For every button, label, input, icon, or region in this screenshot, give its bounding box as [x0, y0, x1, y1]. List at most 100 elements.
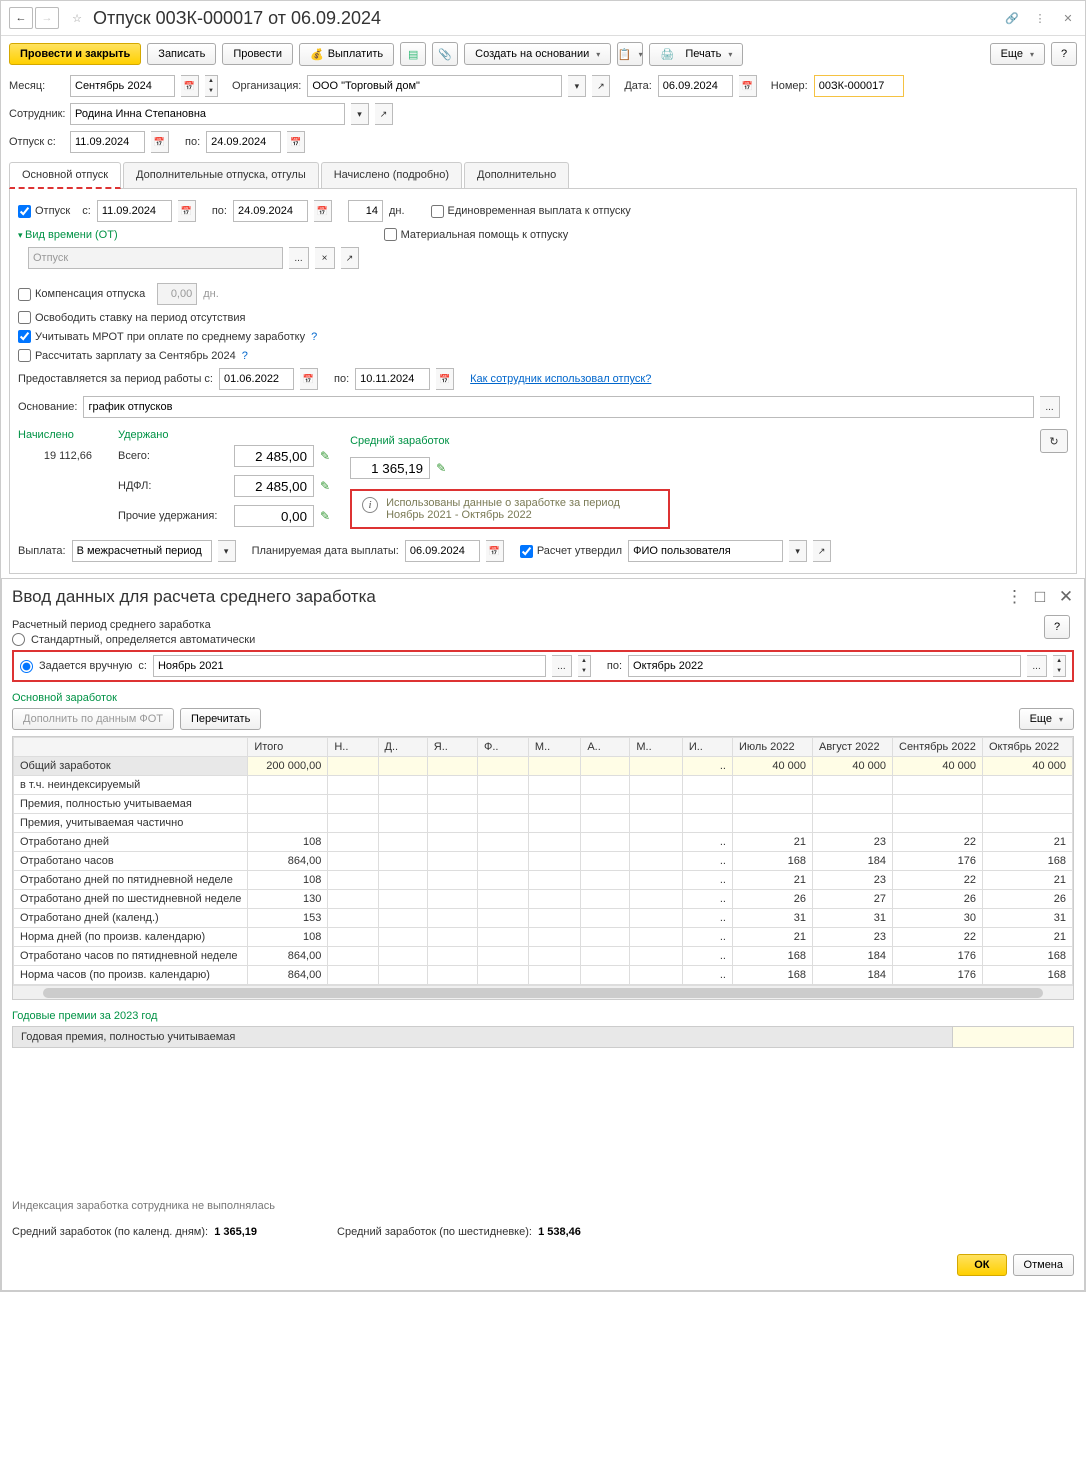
table-row[interactable]: Отработано дней по пятидневной неделе108… [14, 871, 1073, 890]
kebab-icon[interactable]: ⋮ [1031, 12, 1049, 25]
period-to-field[interactable] [355, 368, 430, 390]
number-field[interactable] [814, 75, 904, 97]
mrot-help[interactable]: ? [311, 331, 317, 343]
reread-button[interactable]: Перечитать [180, 708, 261, 730]
manual-from-spinner[interactable]: ▲▼ [578, 655, 591, 677]
org-open-icon[interactable]: ↗ [592, 75, 610, 97]
copy-icon-button[interactable]: 📋 [617, 42, 643, 66]
post-button[interactable]: Провести [222, 43, 293, 65]
close-icon[interactable]: ✕ [1059, 12, 1077, 25]
manual-to-ellipsis[interactable]: ... [1027, 655, 1047, 677]
table-row[interactable]: Отработано дней (календ.)153..31313031 [14, 909, 1073, 928]
table-row[interactable]: Норма дней (по произв. календарю)108..21… [14, 928, 1073, 947]
vac-to-field[interactable] [233, 200, 308, 222]
org-field[interactable] [307, 75, 562, 97]
emp-field[interactable] [70, 103, 345, 125]
org-select-icon[interactable]: ▾ [568, 75, 586, 97]
recalc-help[interactable]: ? [242, 350, 248, 362]
ok-button[interactable]: ОК [957, 1254, 1006, 1276]
from-field[interactable] [70, 131, 145, 153]
release-checkbox[interactable]: Освободить ставку на период отсутствия [18, 311, 245, 324]
approved-checkbox[interactable]: Расчет утвердил [520, 545, 622, 558]
ndfl-edit-icon[interactable]: ✎ [320, 479, 330, 493]
from-cal-icon[interactable]: 📅 [151, 131, 169, 153]
approved-open[interactable]: ↗ [813, 540, 831, 562]
h-scrollbar[interactable] [13, 985, 1073, 999]
doc-icon-button[interactable]: ▤ [400, 42, 426, 66]
month-spinner[interactable]: ▲▼ [205, 75, 218, 97]
subwin-max-icon[interactable]: □ [1032, 587, 1048, 607]
vac-from-field[interactable] [97, 200, 172, 222]
nav-back-button[interactable]: ← [9, 7, 33, 29]
link-icon[interactable]: 🔗 [1003, 12, 1021, 25]
table-row[interactable]: Отработано дней108..21232221 [14, 833, 1073, 852]
favorite-icon[interactable]: ☆ [67, 8, 87, 28]
total-edit-icon[interactable]: ✎ [320, 449, 330, 463]
payment-select[interactable]: ▾ [218, 540, 236, 562]
to-field[interactable] [206, 131, 281, 153]
comp-days-field[interactable] [157, 283, 197, 305]
post-close-button[interactable]: Провести и закрыть [9, 43, 141, 65]
subwin-close-icon[interactable]: ✕ [1058, 587, 1074, 607]
table-row[interactable]: Общий заработок200 000,00..40 00040 0004… [14, 757, 1073, 776]
approved-by-field[interactable] [628, 540, 783, 562]
basis-ellipsis[interactable]: ... [1040, 396, 1060, 418]
ndfl-field[interactable] [234, 475, 314, 497]
manual-radio[interactable] [20, 660, 33, 673]
avg-field[interactable] [350, 457, 430, 479]
emp-open-icon[interactable]: ↗ [375, 103, 393, 125]
subwin-kebab-icon[interactable]: ⋮ [1006, 587, 1022, 607]
refresh-button[interactable]: ↻ [1040, 429, 1068, 453]
time-type-link[interactable]: Вид времени (ОТ) [18, 229, 118, 241]
cancel-button[interactable]: Отмена [1013, 1254, 1074, 1276]
more-button[interactable]: Еще [990, 43, 1045, 65]
subwin-help-button[interactable]: ? [1044, 615, 1070, 639]
nav-fwd-button[interactable]: → [35, 7, 59, 29]
subwin-more-button[interactable]: Еще [1019, 708, 1074, 730]
comp-checkbox[interactable]: Компенсация отпуска [18, 288, 145, 301]
onetime-checkbox[interactable]: Единовременная выплата к отпуску [431, 205, 631, 218]
month-cal-icon[interactable]: 📅 [181, 75, 199, 97]
date-cal-icon[interactable]: 📅 [739, 75, 757, 97]
manual-from-ellipsis[interactable]: ... [552, 655, 572, 677]
period-from-field[interactable] [219, 368, 294, 390]
time-type-ellipsis[interactable]: ... [289, 247, 309, 269]
earnings-table[interactable]: Итого Н.. Д.. Я.. Ф.. М.. А.. М.. И.. Ию… [12, 736, 1074, 1000]
std-radio[interactable] [12, 633, 25, 646]
tab-accrued[interactable]: Начислено (подробно) [321, 162, 462, 188]
avg-edit-icon[interactable]: ✎ [436, 461, 446, 475]
to-cal-icon[interactable]: 📅 [287, 131, 305, 153]
vac-days-field[interactable] [348, 200, 383, 222]
table-row[interactable]: Норма часов (по произв. календарю)864,00… [14, 966, 1073, 985]
time-type-clear[interactable]: × [315, 247, 335, 269]
other-edit-icon[interactable]: ✎ [320, 509, 330, 523]
period-from-cal[interactable]: 📅 [300, 368, 318, 390]
emp-select-icon[interactable]: ▾ [351, 103, 369, 125]
table-row[interactable]: Отработано часов864,00..168184176168 [14, 852, 1073, 871]
attach-icon-button[interactable]: 📎 [432, 42, 458, 66]
plan-date-field[interactable] [405, 540, 480, 562]
table-row[interactable]: Премия, учитываемая частично [14, 814, 1073, 833]
vacation-checkbox[interactable]: Отпуск [18, 205, 70, 218]
help-button[interactable]: ? [1051, 42, 1077, 66]
total-field[interactable] [234, 445, 314, 467]
manual-from-field[interactable] [153, 655, 546, 677]
annual-table[interactable]: Годовая премия, полностью учитываемая [12, 1026, 1074, 1048]
plan-date-cal[interactable]: 📅 [486, 540, 504, 562]
payment-field[interactable] [72, 540, 212, 562]
mrot-checkbox[interactable]: Учитывать МРОТ при оплате по среднему за… [18, 330, 305, 343]
vac-to-cal[interactable]: 📅 [314, 200, 332, 222]
mathelp-checkbox[interactable]: Материальная помощь к отпуску [384, 228, 569, 241]
table-row[interactable]: Отработано часов по пятидневной неделе86… [14, 947, 1073, 966]
approved-select[interactable]: ▾ [789, 540, 807, 562]
basis-field[interactable] [83, 396, 1034, 418]
tab-extra[interactable]: Дополнительные отпуска, отгулы [123, 162, 319, 188]
time-type-field[interactable] [28, 247, 283, 269]
table-row[interactable]: Отработано дней по шестидневной неделе13… [14, 890, 1073, 909]
manual-to-field[interactable] [628, 655, 1021, 677]
print-button[interactable]: 🖨 Печать [649, 43, 743, 66]
table-row[interactable]: в т.ч. неиндексируемый [14, 776, 1073, 795]
tab-additional[interactable]: Дополнительно [464, 162, 569, 188]
recalc-checkbox[interactable]: Рассчитать зарплату за Сентябрь 2024 [18, 349, 236, 362]
vac-from-cal[interactable]: 📅 [178, 200, 196, 222]
